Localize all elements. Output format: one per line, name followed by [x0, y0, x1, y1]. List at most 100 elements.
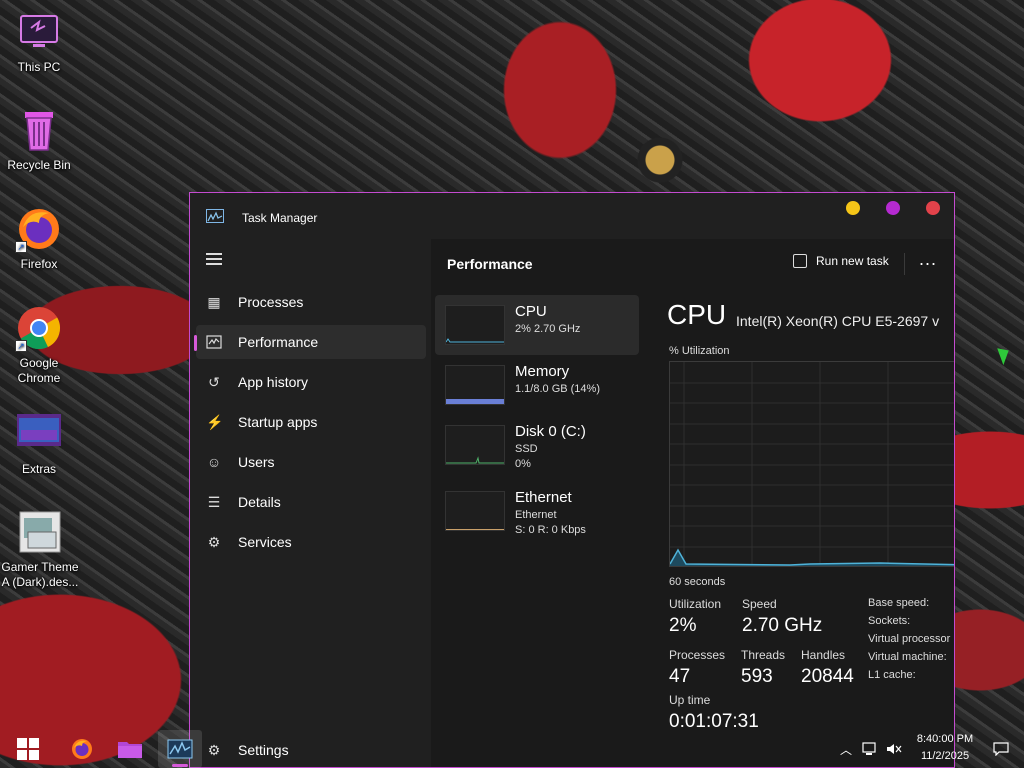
- run-new-task-label: Run new task: [816, 254, 889, 268]
- utilization-value: 2%: [669, 615, 697, 636]
- cpu-model: Intel(R) Xeon(R) CPU E5-2697 v: [736, 313, 940, 329]
- resource-detail: 1.1/8.0 GB (14%): [515, 383, 600, 395]
- resource-detail: S: 0 R: 0 Kbps: [515, 524, 586, 536]
- processes-label: Processes: [669, 648, 726, 662]
- resource-item-cpu[interactable]: CPU 2% 2.70 GHz: [435, 295, 639, 355]
- performance-icon: [206, 334, 222, 350]
- desktop-icon-label: Google Chrome: [17, 356, 61, 385]
- close-button[interactable]: [926, 201, 940, 215]
- new-task-icon: [793, 254, 807, 268]
- desktop-icon-label: Recycle Bin: [7, 158, 71, 172]
- resource-name: CPU: [515, 303, 547, 320]
- resource-item-memory[interactable]: Memory 1.1/8.0 GB (14%): [435, 355, 639, 415]
- firefox-icon: ↗: [15, 205, 63, 253]
- task-manager-icon: [167, 739, 193, 759]
- taskbar-task-manager[interactable]: [158, 730, 202, 768]
- users-icon: ☺: [206, 454, 222, 470]
- startup-icon: ⚡: [206, 414, 224, 430]
- sidebar-item-label: Services: [238, 534, 292, 550]
- firefox-icon: [72, 739, 92, 759]
- speed-label: Speed: [742, 597, 777, 611]
- taskbar-firefox[interactable]: [64, 730, 100, 768]
- spec-base-speed: Base speed:: [868, 597, 930, 609]
- folder-icon: [118, 742, 142, 758]
- sidebar-item-services[interactable]: ⚙ Services: [196, 525, 426, 559]
- sidebar-item-startup-apps[interactable]: ⚡ Startup apps: [196, 405, 426, 439]
- hamburger-menu-icon[interactable]: [206, 253, 222, 265]
- utilization-axis-label: % Utilization: [669, 345, 730, 357]
- spec-sockets: Sockets:: [868, 615, 911, 627]
- processes-icon: ▦: [207, 294, 221, 310]
- desktop-icon-label: Firefox: [20, 257, 58, 271]
- resource-detail: Ethernet: [515, 509, 557, 521]
- resource-detail: 0%: [515, 458, 531, 470]
- processes-value: 47: [669, 666, 691, 687]
- task-manager-app-icon: [206, 209, 224, 223]
- desktop-icon-extras[interactable]: Extras: [0, 410, 78, 477]
- volume-muted-icon[interactable]: [884, 730, 904, 768]
- taskbar: ︿ 8:40:00 PM 11/2/2025: [0, 730, 1024, 768]
- resource-name: Ethernet: [515, 489, 572, 506]
- spec-l1-cache: L1 cache:: [868, 669, 916, 681]
- recycle-bin-icon: [15, 106, 63, 154]
- performance-content: Performance Run new task ... CPU 2% 2.70…: [431, 239, 954, 767]
- task-manager-window: Task Manager ▦ Processes Performance ↺ A…: [189, 192, 955, 768]
- threads-label: Threads: [741, 648, 786, 662]
- graph-time-label: 60 seconds: [669, 576, 726, 588]
- resource-detail: SSD: [515, 443, 538, 455]
- cpu-heading: CPU: [667, 299, 727, 330]
- sidebar-item-processes[interactable]: ▦ Processes: [196, 285, 426, 319]
- memory-sparkline: [445, 365, 505, 405]
- sidebar-item-label: App history: [238, 374, 309, 390]
- history-icon: ↺: [208, 374, 220, 390]
- desktop-icon-this-pc[interactable]: This PC: [0, 8, 78, 75]
- sidebar-item-users[interactable]: ☺ Users: [196, 445, 426, 479]
- notifications-icon[interactable]: [990, 730, 1012, 768]
- show-hidden-icons-chevron-icon[interactable]: ︿: [838, 730, 854, 768]
- monitor-icon: [15, 8, 63, 56]
- ethernet-sparkline: [445, 491, 505, 531]
- desktop-icon-firefox[interactable]: ↗ Firefox: [0, 205, 78, 272]
- clock-date: 11/2/2025: [920, 750, 970, 762]
- sidebar-item-app-history[interactable]: ↺ App history: [196, 365, 426, 399]
- desktop-icon-label: This PC: [17, 60, 61, 74]
- cpu-sparkline: [445, 305, 505, 345]
- desktop-icon-google-chrome[interactable]: ↗ Google Chrome: [0, 304, 78, 386]
- sidebar-item-details[interactable]: ☰ Details: [196, 485, 426, 519]
- shortcut-arrow-icon: ↗: [15, 340, 27, 352]
- handles-label: Handles: [801, 648, 846, 662]
- taskbar-file-explorer[interactable]: [112, 730, 148, 768]
- start-button[interactable]: [10, 730, 46, 768]
- clock[interactable]: 8:40:00 PM 11/2/2025: [908, 731, 982, 765]
- threads-value: 593: [741, 666, 773, 687]
- folder-image-icon: [15, 410, 63, 458]
- more-options-icon[interactable]: ...: [919, 249, 937, 270]
- maximize-button[interactable]: [886, 201, 900, 215]
- resource-name: Memory: [515, 363, 570, 380]
- network-icon[interactable]: [860, 730, 880, 768]
- minimize-button[interactable]: [846, 201, 860, 215]
- resource-item-disk[interactable]: Disk 0 (C:) SSD 0%: [435, 415, 639, 475]
- sidebar-item-label: Performance: [238, 334, 319, 350]
- title-bar[interactable]: Task Manager: [190, 193, 954, 239]
- shortcut-arrow-icon: ↗: [15, 241, 27, 253]
- resource-detail: 2% 2.70 GHz: [515, 323, 581, 335]
- sidebar-item-label: Startup apps: [238, 414, 318, 430]
- sidebar-item-label: Details: [238, 494, 281, 510]
- sidebar-item-performance[interactable]: Performance: [194, 325, 426, 359]
- cpu-utilization-graph: [669, 361, 954, 567]
- header-divider: [904, 253, 905, 275]
- windows-logo-icon: [17, 738, 39, 760]
- resource-item-ethernet[interactable]: Ethernet Ethernet S: 0 R: 0 Kbps: [435, 481, 639, 541]
- cpu-detail-panel: CPU Intel(R) Xeon(R) CPU E5-2697 v % Uti…: [667, 295, 954, 767]
- window-title: Task Manager: [242, 211, 318, 225]
- run-new-task-button[interactable]: Run new task: [793, 254, 889, 268]
- resource-name: Disk 0 (C:): [515, 423, 586, 440]
- sidebar-item-label: Processes: [238, 294, 304, 310]
- desktop-icon-label: Gamer Theme A (Dark).des...: [1, 560, 79, 589]
- clock-time: 8:40:00 PM: [916, 733, 974, 745]
- desktop-icon-gamer-theme[interactable]: Gamer Theme A (Dark).des...: [0, 508, 80, 590]
- desktop-icon-recycle-bin[interactable]: Recycle Bin: [0, 106, 78, 173]
- disk-sparkline: [445, 425, 505, 465]
- uptime-label: Up time: [669, 693, 711, 707]
